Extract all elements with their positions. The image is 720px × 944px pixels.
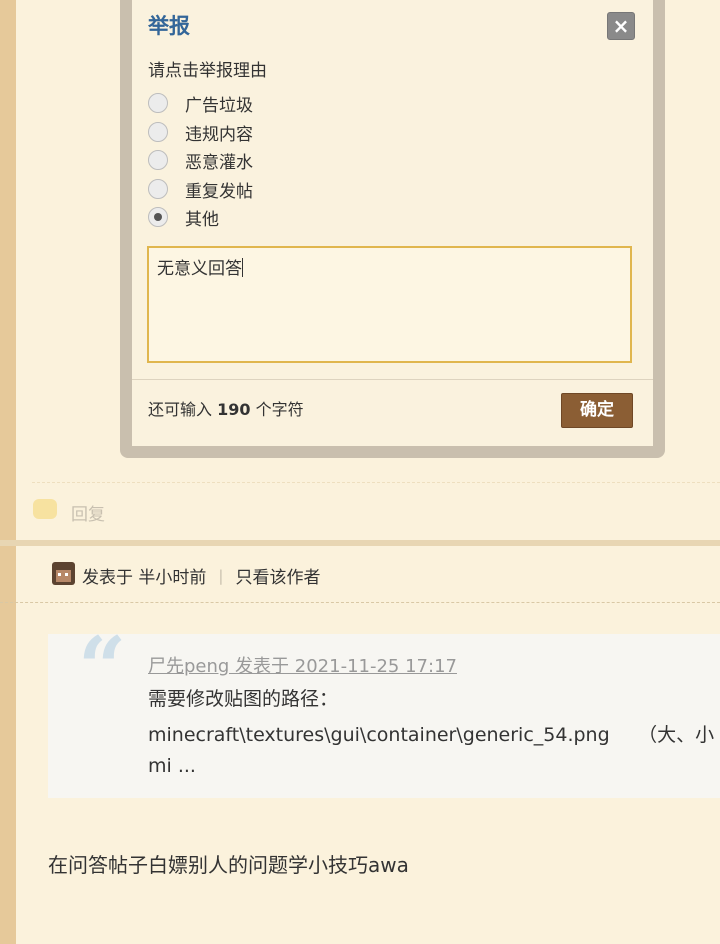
posted-time: 发表于 半小时前 <box>82 568 207 588</box>
dialog-title: 举报 <box>148 14 190 38</box>
reason-label: 广告垃圾 <box>185 95 253 116</box>
reason-option-other[interactable]: 其他 <box>148 204 219 230</box>
reply-link[interactable]: 回复 <box>71 500 105 525</box>
quote-text-line: minecraft\textures\gui\container\generic… <box>148 724 715 746</box>
reason-label: 恶意灌水 <box>185 152 253 173</box>
meta-separator: | <box>218 566 224 585</box>
speech-bubble-icon[interactable] <box>33 499 57 519</box>
reason-textarea[interactable]: 无意义回答 <box>147 246 632 363</box>
remaining-prefix: 还可输入 <box>148 400 218 419</box>
only-author-link[interactable]: 只看该作者 <box>235 563 320 588</box>
reason-option-ad[interactable]: 广告垃圾 <box>148 90 253 116</box>
close-button[interactable]: × <box>607 12 635 40</box>
confirm-button[interactable]: 确定 <box>561 393 633 428</box>
reason-option-duplicate[interactable]: 重复发帖 <box>148 176 253 202</box>
text-caret <box>242 258 243 277</box>
report-dialog: 举报 × 请点击举报理由 广告垃圾 违规内容 恶意灌水 重复发帖 其他 无意义回… <box>120 0 665 458</box>
radio-selected-icon[interactable] <box>148 207 168 227</box>
dialog-divider <box>132 379 653 380</box>
reason-option-violation[interactable]: 违规内容 <box>148 119 253 145</box>
quote-text-line: mi ... <box>148 755 196 777</box>
quote-text-line: 需要修改贴图的路径： <box>148 688 339 710</box>
quote-mark-icon: “ <box>78 618 127 717</box>
report-dialog-body: 举报 × 请点击举报理由 广告垃圾 违规内容 恶意灌水 重复发帖 其他 无意义回… <box>132 0 653 446</box>
close-icon: × <box>612 14 630 38</box>
remaining-suffix: 个字符 <box>250 400 304 419</box>
reason-option-spam[interactable]: 恶意灌水 <box>148 147 253 173</box>
radio-icon[interactable] <box>148 179 168 199</box>
remaining-count: 190 <box>217 400 251 419</box>
reason-label: 其他 <box>185 209 219 230</box>
reason-label: 违规内容 <box>185 124 253 145</box>
divider <box>32 482 720 483</box>
post-separator <box>0 540 720 546</box>
quote-block: “ 尸先peng 发表于 2021-11-25 17:17 需要修改贴图的路径：… <box>48 626 720 798</box>
textarea-value: 无意义回答 <box>157 259 242 279</box>
left-rail <box>0 0 16 944</box>
quote-author-link[interactable]: 尸先peng 发表于 2021-11-25 17:17 <box>148 652 457 678</box>
divider <box>0 602 720 603</box>
post-body: 在问答帖子白嫖别人的问题学小技巧awa <box>48 853 409 877</box>
radio-icon[interactable] <box>148 93 168 113</box>
post-meta: 发表于 半小时前 | 只看该作者 <box>82 563 320 589</box>
radio-icon[interactable] <box>148 150 168 170</box>
avatar[interactable] <box>52 562 75 585</box>
radio-icon[interactable] <box>148 122 168 142</box>
reason-label: 重复发帖 <box>185 181 253 202</box>
remaining-characters: 还可输入 190 个字符 <box>148 396 304 420</box>
report-prompt: 请点击举报理由 <box>148 61 267 81</box>
